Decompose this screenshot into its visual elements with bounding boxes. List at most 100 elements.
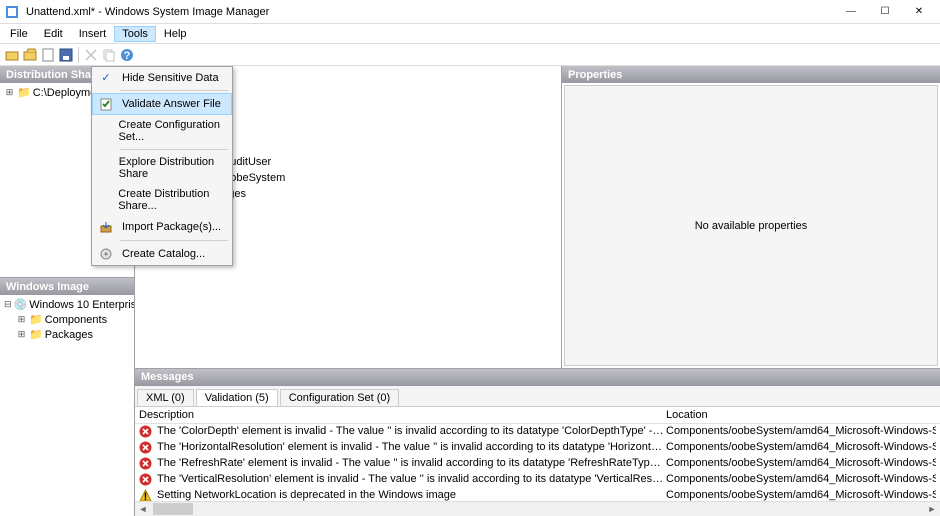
message-description: The 'RefreshRate' element is invalid - T… [157,457,666,471]
cut-icon[interactable] [83,47,99,63]
expander-icon[interactable]: ⊞ [16,314,27,325]
col-location[interactable]: Location [666,409,936,421]
right-column: ⊞ 6 auditUser ⊞ 7 oobeSystem 📁 Packages [135,66,940,516]
menu-label: Create Configuration Set... [119,119,227,143]
expander-icon[interactable]: ⊞ [4,87,15,98]
menu-label: Explore Distribution Share [119,156,226,180]
properties-empty-text: No available properties [695,220,808,232]
windows-image-panel: Windows Image ⊟ 💿 Windows 10 Enterprise … [0,278,134,516]
error-icon [139,457,153,471]
folder-icon: 📁 [29,313,43,326]
message-description: The 'VerticalResolution' element is inva… [157,473,666,487]
svg-text:!: ! [144,491,148,501]
menu-create-catalog[interactable]: Create Catalog... [92,243,232,265]
menubar: File Edit Insert Tools Help [0,24,940,44]
tab-validation[interactable]: Validation (5) [196,389,278,406]
tree-label: Components [45,314,107,326]
message-location: Components/oobeSystem/amd64_Microsoft-Wi… [666,457,936,471]
import-icon [96,220,116,234]
error-icon [139,425,153,439]
menu-tools[interactable]: Tools [114,26,156,42]
error-icon [139,473,153,487]
minimize-button[interactable]: — [834,1,868,23]
messages-column-headers: Description Location [135,407,940,424]
message-row[interactable]: ! Setting NetworkLocation is deprecated i… [135,488,940,501]
message-description: Setting NetworkLocation is deprecated in… [157,489,666,501]
message-location: Components/oobeSystem/amd64_Microsoft-Wi… [666,489,936,501]
svg-text:?: ? [124,50,131,62]
menu-hide-sensitive[interactable]: ✓ Hide Sensitive Data [92,67,232,88]
horizontal-scrollbar[interactable]: ◄ ► [135,501,940,516]
window-controls: — ☐ ✕ [834,1,936,23]
properties-body: No available properties [564,85,938,366]
new-dist-share-icon[interactable] [4,47,20,63]
error-icon [139,441,153,455]
copy-icon[interactable] [101,47,117,63]
message-row[interactable]: The 'HorizontalResolution' element is in… [135,440,940,456]
menu-edit[interactable]: Edit [36,26,71,42]
menu-label: Hide Sensitive Data [122,72,219,84]
tab-configset[interactable]: Configuration Set (0) [280,389,400,406]
menu-file[interactable]: File [2,26,36,42]
close-button[interactable]: ✕ [902,1,936,23]
message-row[interactable]: The 'VerticalResolution' element is inva… [135,472,940,488]
folder-icon: 📁 [17,86,31,99]
messages-panel: Messages XML (0) Validation (5) Configur… [135,368,940,516]
message-row[interactable]: The 'ColorDepth' element is invalid - Th… [135,424,940,440]
warning-icon: ! [139,489,153,501]
windows-image-tree[interactable]: ⊟ 💿 Windows 10 Enterprise ⊞ 📁 Components… [0,295,134,516]
expander-icon[interactable]: ⊟ [4,299,12,310]
top-right-area: ⊞ 6 auditUser ⊞ 7 oobeSystem 📁 Packages [135,66,940,368]
tree-label: oobeSystem [224,172,285,184]
windows-image-header: Windows Image [0,278,134,295]
tree-item-components[interactable]: ⊞ 📁 Components [2,312,132,327]
titlebar: Unattend.xml* - Windows System Image Man… [0,0,940,24]
tree-item-packages[interactable]: ⊞ 📁 Packages [2,327,132,342]
menu-import-packages[interactable]: Import Package(s)... [92,216,232,238]
menu-separator [120,90,228,91]
catalog-icon [96,247,116,261]
tree-label: Windows 10 Enterprise [29,299,134,311]
menu-create-dist-share[interactable]: Create Distribution Share... [92,184,232,216]
menu-label: Validate Answer File [122,98,221,110]
message-description: The 'ColorDepth' element is invalid - Th… [157,425,666,439]
window-title: Unattend.xml* - Windows System Image Man… [26,6,834,18]
app-icon [4,4,20,20]
col-description[interactable]: Description [139,409,666,421]
tree-label: Packages [45,329,93,341]
message-location: Components/oobeSystem/amd64_Microsoft-Wi… [666,425,936,439]
tools-dropdown: ✓ Hide Sensitive Data Validate Answer Fi… [91,66,233,266]
check-icon: ✓ [96,71,116,84]
save-icon[interactable] [58,47,74,63]
properties-panel: Properties No available properties [562,66,940,368]
tab-xml[interactable]: XML (0) [137,389,194,406]
messages-header: Messages [135,369,940,386]
menu-validate-answer-file[interactable]: Validate Answer File [92,93,232,115]
menu-label: Create Catalog... [122,248,205,260]
expander-icon[interactable]: ⊞ [16,329,27,340]
new-answer-file-icon[interactable] [40,47,56,63]
maximize-button[interactable]: ☐ [868,1,902,23]
message-location: Components/oobeSystem/amd64_Microsoft-Wi… [666,473,936,487]
messages-list[interactable]: The 'ColorDepth' element is invalid - Th… [135,424,940,501]
message-row[interactable]: The 'RefreshRate' element is invalid - T… [135,456,940,472]
menu-insert[interactable]: Insert [71,26,115,42]
messages-tabs: XML (0) Validation (5) Configuration Set… [135,386,940,407]
message-location: Components/oobeSystem/amd64_Microsoft-Wi… [666,441,936,455]
message-description: The 'HorizontalResolution' element is in… [157,441,666,455]
cd-icon: 💿 [14,298,28,311]
scroll-right-icon[interactable]: ► [924,504,940,514]
menu-help[interactable]: Help [156,26,195,42]
validate-icon [96,97,116,111]
open-icon[interactable] [22,47,38,63]
menu-separator [120,149,228,150]
win-image-root[interactable]: ⊟ 💿 Windows 10 Enterprise [2,297,132,312]
menu-label: Create Distribution Share... [118,188,226,212]
toolbar: ? [0,44,940,66]
menu-explore-dist-share[interactable]: Explore Distribution Share [92,152,232,184]
help-icon[interactable]: ? [119,47,135,63]
scroll-left-icon[interactable]: ◄ [135,504,151,514]
toolbar-separator [78,47,79,63]
menu-create-config-set[interactable]: Create Configuration Set... [92,115,232,147]
scroll-thumb[interactable] [153,503,193,515]
